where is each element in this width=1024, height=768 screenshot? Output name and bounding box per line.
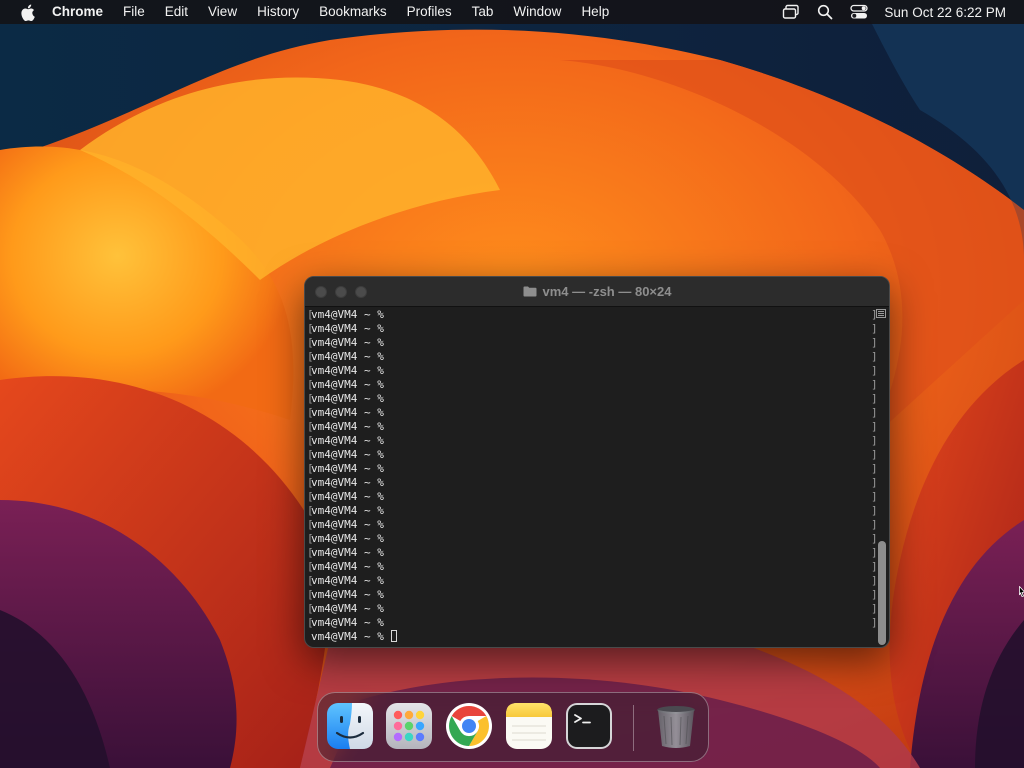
window-title: vm4 — -zsh — 80×24 bbox=[523, 284, 672, 299]
menu-bookmarks[interactable]: Bookmarks bbox=[309, 0, 397, 24]
terminal-line: [vm4@VM4 ~ %] bbox=[307, 322, 878, 335]
terminal-line: [vm4@VM4 ~ %] bbox=[307, 588, 878, 601]
menu-bar: Chrome File Edit View History Bookmarks … bbox=[0, 0, 1024, 24]
terminal-title-bar[interactable]: vm4 — -zsh — 80×24 bbox=[305, 277, 889, 307]
terminal-line: [vm4@VM4 ~ %] bbox=[307, 378, 878, 391]
status-area: Sun Oct 22 6:22 PM bbox=[774, 0, 1024, 24]
notes-icon[interactable] bbox=[505, 702, 553, 750]
screen-mirroring-icon[interactable] bbox=[781, 2, 801, 22]
terminal-line: [vm4@VM4 ~ %] bbox=[307, 560, 878, 573]
close-window-button[interactable] bbox=[315, 286, 327, 298]
menu-edit[interactable]: Edit bbox=[155, 0, 198, 24]
menu-tab[interactable]: Tab bbox=[462, 0, 504, 24]
menu-profiles[interactable]: Profiles bbox=[397, 0, 462, 24]
minimize-window-button[interactable] bbox=[335, 286, 347, 298]
menu-bar-clock[interactable]: Sun Oct 22 6:22 PM bbox=[884, 5, 1006, 20]
mouse-pointer-icon bbox=[1019, 586, 1024, 597]
chrome-icon[interactable] bbox=[445, 702, 493, 750]
terminal-line: [vm4@VM4 ~ %] bbox=[307, 532, 878, 545]
terminal-line: [vm4@VM4 ~ %] bbox=[307, 602, 878, 615]
text-cursor bbox=[391, 630, 398, 642]
spotlight-search-icon[interactable] bbox=[815, 2, 835, 22]
scroll-marker-button[interactable] bbox=[876, 309, 886, 318]
trash-icon[interactable] bbox=[652, 702, 700, 750]
apple-logo-icon[interactable] bbox=[18, 3, 36, 21]
control-center-icon[interactable] bbox=[849, 2, 869, 22]
finder-icon[interactable] bbox=[326, 702, 374, 750]
terminal-line: [vm4@VM4 ~ %] bbox=[307, 392, 878, 405]
terminal-line: [vm4@VM4 ~ %] bbox=[307, 574, 878, 587]
terminal-window[interactable]: vm4 — -zsh — 80×24 [vm4@VM4 ~ %] [vm4@VM… bbox=[304, 276, 890, 648]
menu-history[interactable]: History bbox=[247, 0, 309, 24]
terminal-output[interactable]: [vm4@VM4 ~ %] [vm4@VM4 ~ %] [vm4@VM4 ~ %… bbox=[305, 307, 878, 647]
folder-icon bbox=[523, 286, 537, 297]
zoom-window-button[interactable] bbox=[355, 286, 367, 298]
terminal-line: [vm4@VM4 ~ %] bbox=[307, 336, 878, 349]
menu-view[interactable]: View bbox=[198, 0, 247, 24]
window-title-text: vm4 — -zsh — 80×24 bbox=[542, 284, 672, 299]
dock bbox=[317, 692, 709, 762]
terminal-line: [vm4@VM4 ~ %] bbox=[307, 616, 878, 629]
terminal-line: [vm4@VM4 ~ %] bbox=[307, 504, 878, 517]
terminal-line: [vm4@VM4 ~ %] bbox=[307, 448, 878, 461]
terminal-line: [vm4@VM4 ~ %] bbox=[307, 490, 878, 503]
dock-divider bbox=[633, 705, 634, 751]
terminal-line: [vm4@VM4 ~ %] bbox=[307, 308, 878, 321]
menu-help[interactable]: Help bbox=[571, 0, 619, 24]
terminal-line: [vm4@VM4 ~ %] bbox=[307, 350, 878, 363]
window-controls bbox=[315, 286, 375, 298]
terminal-line: [vm4@VM4 ~ %] bbox=[307, 546, 878, 559]
terminal-line: [vm4@VM4 ~ %] bbox=[307, 462, 878, 475]
terminal-line: [vm4@VM4 ~ %] bbox=[307, 476, 878, 489]
menu-window[interactable]: Window bbox=[503, 0, 571, 24]
terminal-line: [vm4@VM4 ~ %] bbox=[307, 518, 878, 531]
terminal-icon[interactable] bbox=[565, 702, 613, 750]
terminal-line: [vm4@VM4 ~ %] bbox=[307, 434, 878, 447]
terminal-line: [vm4@VM4 ~ %] bbox=[307, 364, 878, 377]
menu-file[interactable]: File bbox=[113, 0, 155, 24]
terminal-line: [vm4@VM4 ~ %] bbox=[307, 420, 878, 433]
terminal-scrollbar[interactable] bbox=[878, 541, 886, 645]
terminal-line: [vm4@VM4 ~ %] bbox=[307, 406, 878, 419]
terminal-current-line[interactable]: vm4@VM4 ~ % bbox=[307, 630, 875, 644]
menu-app-name[interactable]: Chrome bbox=[52, 0, 113, 24]
desktop: Chrome File Edit View History Bookmarks … bbox=[0, 0, 1024, 768]
launchpad-icon[interactable] bbox=[385, 702, 433, 750]
